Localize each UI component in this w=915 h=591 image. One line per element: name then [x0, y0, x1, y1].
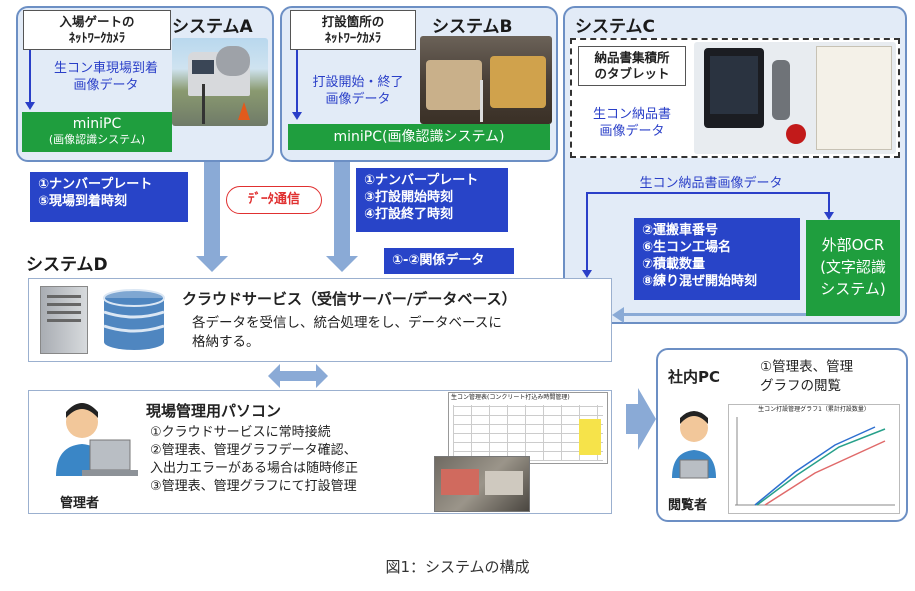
- cloud-desc: 各データを受信し、統合処理をし、データベースに 格納する。: [192, 315, 502, 350]
- person-laptop-icon: [56, 403, 138, 476]
- system-a-camera-label: 入場ゲートの ﾈｯﾄﾜｰｸｶﾒﾗ: [23, 10, 171, 50]
- relation-label: ①-②関係データ: [384, 248, 514, 274]
- manager-label: 管理者: [60, 496, 100, 511]
- system-c-data-label: 生コン納品書 画像データ: [592, 107, 671, 139]
- system-c-title: システムC: [575, 17, 655, 37]
- pc-title: 現場管理用パソコン: [146, 402, 282, 420]
- internal-pc-item: ①管理表、管理 グラフの閲覧: [760, 359, 854, 394]
- truck-window: [192, 60, 214, 74]
- truck-left: [426, 60, 482, 110]
- system-a-data-label: 生コン車現場到着 画像データ: [53, 61, 158, 93]
- system-b-site-photo: [420, 36, 552, 124]
- management-graph-image: 生コン打設管理グラフ1（累計打設数量）: [728, 404, 900, 514]
- red-button: [786, 124, 806, 144]
- external-ocr-box: 外部OCR (文字認識 システム): [806, 220, 900, 316]
- graph-title: 生コン打設管理グラフ1（累計打設数量）: [758, 406, 870, 413]
- a-down-arrow-shaft: [204, 162, 220, 258]
- double-arrow-icon: [268, 364, 328, 388]
- management-photo: [434, 456, 530, 512]
- system-b-data-label: 打設開始・終了 画像データ: [312, 75, 404, 107]
- table-title: 生コン管理表(コンクリート打込み時間管理): [451, 394, 570, 401]
- down-arrow-icon: [326, 256, 358, 272]
- down-arrow-icon: [29, 50, 31, 108]
- system-d-title: システムD: [26, 255, 108, 275]
- down-arrow-icon: [582, 270, 592, 278]
- down-arrow-icon: [296, 50, 298, 116]
- truck-right: [490, 56, 546, 108]
- pc-items: ①クラウドサービスに常時接続 ②管理表、管理グラフデータ確認、 入出力エラーがあ…: [150, 425, 359, 494]
- c-flow-line: [586, 192, 830, 194]
- c-flow-label: 生コン納品書画像データ: [606, 175, 816, 192]
- ocr-items-label: ②運搬車番号 ⑥生コン工場名 ⑦積載数量 ⑧練り混ぜ開始時刻: [634, 218, 800, 300]
- system-a-truck-photo: [172, 38, 268, 126]
- c-flow-line-left: [586, 192, 588, 274]
- ocr-to-cloud-line: [622, 313, 806, 316]
- system-a-items-label: ①ナンバープレート ⑤現場到着時刻: [30, 172, 188, 222]
- management-table-image: 生コン管理表(コンクリート打込み時間管理): [448, 392, 608, 464]
- cylinder: [772, 60, 790, 120]
- down-arrow-icon: [824, 212, 834, 220]
- system-a-title: システムA: [172, 17, 253, 37]
- graph-lines: [735, 417, 895, 506]
- right-arrow-icon: [626, 388, 656, 450]
- down-arrow-icon: [196, 256, 228, 272]
- cone-icon: [238, 102, 250, 120]
- truck-drum: [216, 46, 250, 76]
- figure-caption: 図1：システムの構成: [385, 558, 530, 576]
- system-c-tablet-label: 納品書集積所 のタブレット: [578, 46, 686, 86]
- server-icon: [40, 286, 88, 354]
- b-down-arrow-shaft: [334, 162, 350, 258]
- system-b-minipc: miniPC(画像認識システム): [288, 124, 550, 150]
- system-b-title: システムB: [432, 17, 513, 37]
- internal-pc-title: 社内PC: [668, 368, 721, 386]
- down-arrow-icon: [292, 112, 302, 120]
- database-icon: [103, 289, 165, 350]
- tablet-screen: [710, 56, 758, 114]
- paper-stack: [816, 46, 892, 150]
- camera-pole: [480, 80, 483, 122]
- left-arrow-icon: [612, 307, 624, 323]
- system-a-minipc: miniPC (画像認識システム): [22, 112, 172, 152]
- viewer-label: 閲覧者: [668, 498, 708, 513]
- system-b-items-label: ①ナンバープレート ③打設開始時刻 ④打設終了時刻: [356, 168, 508, 232]
- person-laptop-icon: [672, 411, 716, 479]
- camera-pole: [202, 84, 205, 124]
- cloud-title: クラウドサービス（受信サーバー/データベース）: [182, 290, 517, 308]
- system-b-camera-label: 打設箇所の ﾈｯﾄﾜｰｸｶﾒﾗ: [290, 10, 416, 50]
- down-arrow-icon: [25, 102, 35, 110]
- comm-badge: ﾃﾞｰﾀ通信: [226, 186, 322, 214]
- system-c-tablet-photo: [694, 42, 896, 154]
